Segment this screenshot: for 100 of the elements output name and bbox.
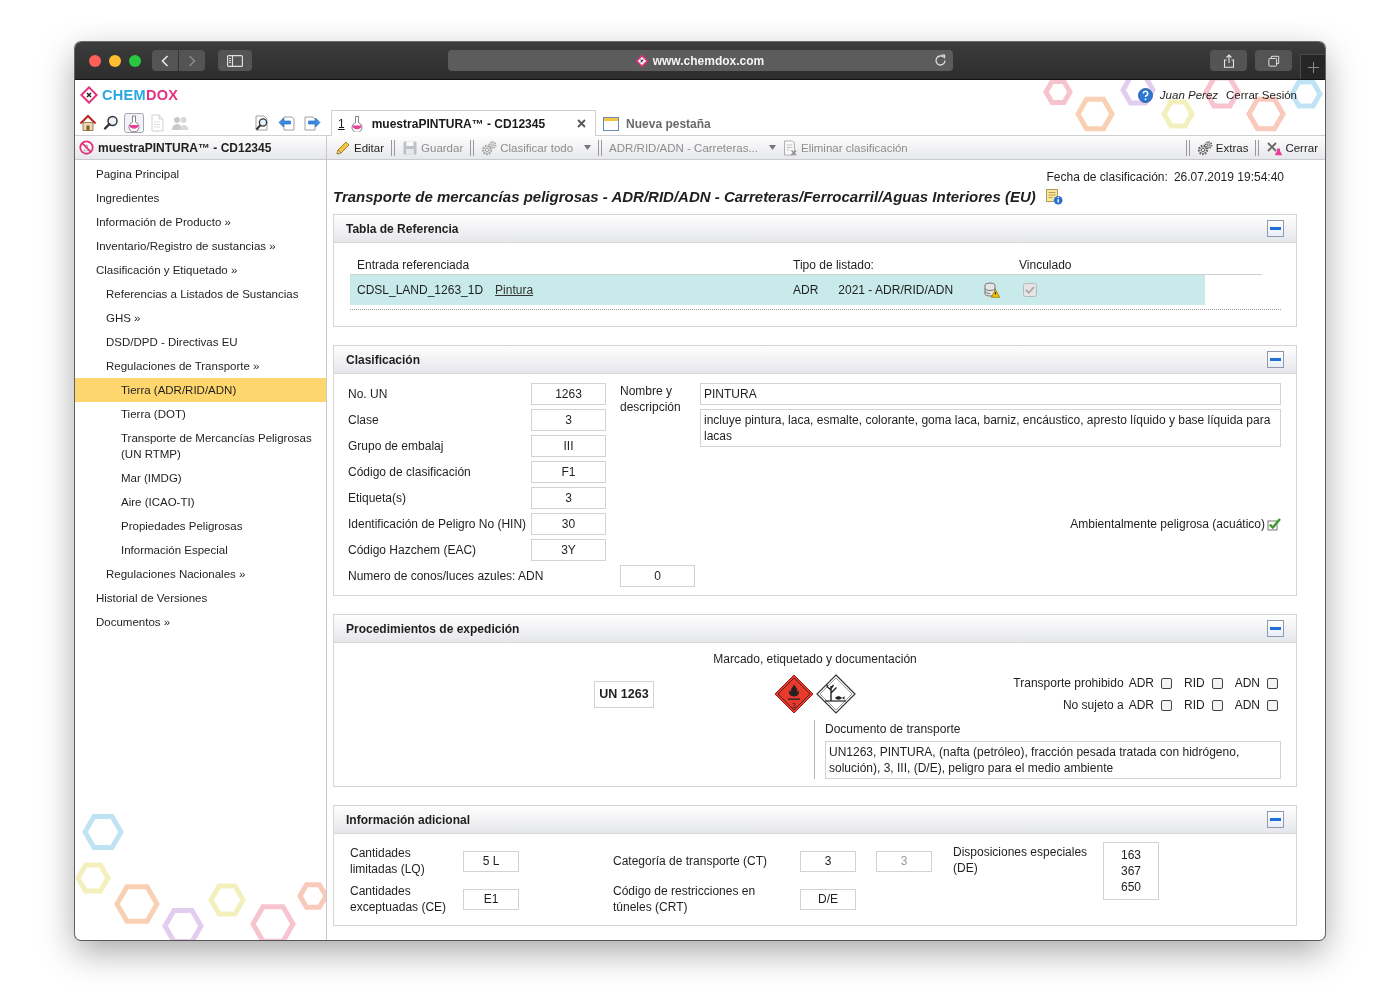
sidebar-item[interactable]: Tierra (DOT) bbox=[75, 402, 326, 426]
sidebar-item[interactable]: Regulaciones Nacionales » bbox=[75, 562, 326, 586]
sidebar-item[interactable]: Inventario/Registro de sustancias » bbox=[75, 234, 326, 258]
close-icon[interactable] bbox=[577, 119, 587, 128]
site-icon bbox=[635, 54, 648, 67]
field-label: Identificación de Peligro No (HIN) bbox=[348, 517, 528, 531]
chevron-right-icon bbox=[188, 54, 196, 67]
field-label: Cantidades limitadas (LQ) bbox=[350, 845, 426, 877]
sidebar-item[interactable]: DSD/DPD - Directivas EU bbox=[75, 330, 326, 354]
sidebar-item[interactable]: Regulaciones de Transporte » bbox=[75, 354, 326, 378]
sidebar-item[interactable]: Ingredientes bbox=[75, 186, 326, 210]
value-field[interactable]: 3 bbox=[531, 409, 606, 431]
sidebar-item[interactable]: GHS » bbox=[75, 306, 326, 330]
window-icon bbox=[603, 116, 620, 132]
sidebar-item[interactable]: Historial de Versiones bbox=[75, 586, 326, 610]
tab[interactable]: Nueva pestaña bbox=[596, 111, 721, 136]
value-field[interactable]: 3Y bbox=[531, 539, 606, 561]
checkbox[interactable] bbox=[1267, 677, 1278, 689]
edit-button[interactable]: Editar bbox=[332, 137, 388, 158]
window-zoom-icon[interactable] bbox=[129, 54, 141, 67]
restriction-label: No sujeto a bbox=[1062, 698, 1124, 712]
sidebar-item[interactable]: Clasificación y Etiquetado » bbox=[75, 258, 326, 282]
checkbox[interactable] bbox=[1211, 677, 1223, 689]
sidebar-item[interactable]: Transporte de Mercancías Peligrosas (UN RTMP) bbox=[75, 426, 326, 466]
transport-document-field[interactable]: UN1263, PINTURA, (nafta (petróleo), fracción pesada tratada con hidrógeno, solución), 3, III, (D/E), peligro para el medio ambiente bbox=[825, 741, 1281, 779]
entry-link[interactable]: Pintura bbox=[495, 283, 534, 297]
sidebar-item[interactable]: Aire (ICAO-TI) bbox=[75, 490, 326, 514]
collapse-button[interactable] bbox=[1267, 620, 1284, 637]
pencil-icon bbox=[335, 139, 351, 156]
sidebar-item[interactable]: Documentos » bbox=[75, 610, 326, 634]
sidebar-item[interactable]: Información Especial bbox=[75, 538, 326, 562]
sidebar-item[interactable]: Pagina Principal bbox=[75, 162, 326, 186]
magnifier-document-icon[interactable] bbox=[253, 113, 271, 132]
logo-wordmark: CHEMDOX bbox=[102, 87, 179, 103]
option-label: ADR bbox=[1128, 698, 1154, 712]
arrow-left-icon[interactable] bbox=[278, 113, 296, 132]
value-field[interactable]: 0 bbox=[620, 565, 695, 587]
arrow-right-icon[interactable] bbox=[303, 113, 321, 132]
minus-icon bbox=[1270, 358, 1281, 361]
tabs-overview-button[interactable] bbox=[1255, 50, 1292, 71]
value-field[interactable]: F1 bbox=[531, 461, 606, 483]
name-field[interactable]: PINTURA bbox=[700, 383, 1281, 405]
extras-button[interactable]: Extras bbox=[1193, 137, 1252, 158]
caret-down-icon bbox=[769, 145, 776, 150]
close-record-button[interactable]: Cerrar bbox=[1263, 137, 1321, 158]
collapse-button[interactable] bbox=[1267, 811, 1284, 828]
sidebar-item[interactable]: Tierra (ADR/RID/ADN) bbox=[75, 378, 326, 402]
back-button[interactable] bbox=[152, 50, 178, 71]
field-label: Numero de conos/luces azules: ADN bbox=[348, 569, 545, 583]
value-field[interactable]: 30 bbox=[531, 513, 606, 535]
page-title: Transporte de mercancías peligrosas - ADR/RID/ADN - Carreteras/Ferrocarril/Aguas Interiores (EU) bbox=[333, 187, 1036, 205]
house-icon[interactable] bbox=[78, 112, 98, 133]
sidebar-item[interactable]: Mar (IMDG) bbox=[75, 466, 326, 490]
value-field[interactable]: E1 bbox=[463, 888, 519, 910]
value-field[interactable]: 163 367 650 bbox=[1103, 842, 1159, 900]
checkbox[interactable] bbox=[1161, 677, 1172, 689]
help-icon[interactable] bbox=[1137, 87, 1153, 103]
collapse-button[interactable] bbox=[1267, 220, 1284, 237]
new-tab-button[interactable] bbox=[1300, 54, 1325, 79]
checkbox[interactable] bbox=[1267, 699, 1278, 711]
checkbox[interactable] bbox=[1211, 699, 1223, 711]
value-field[interactable]: 1263 bbox=[531, 383, 606, 405]
restriction-label: Transporte prohibido bbox=[1013, 676, 1124, 690]
chevron-left-icon bbox=[161, 54, 169, 67]
tab[interactable]: 1 muestraPINTURA™ - CD12345 bbox=[331, 110, 597, 136]
sidebar-item[interactable]: Información de Producto » bbox=[75, 210, 326, 234]
share-button[interactable] bbox=[1210, 50, 1247, 71]
option-label: ADN bbox=[1234, 698, 1260, 712]
sidebar-item[interactable]: Propiedades Peligrosas bbox=[75, 514, 326, 538]
column-header: Entrada referenciada bbox=[357, 257, 471, 272]
minus-icon bbox=[1270, 627, 1281, 630]
reload-icon[interactable] bbox=[933, 54, 947, 67]
window-close-icon[interactable] bbox=[89, 54, 101, 67]
value-field[interactable]: 3 bbox=[531, 487, 606, 509]
window-minimize-icon[interactable] bbox=[109, 54, 121, 67]
sidebar-toggle-button[interactable] bbox=[218, 50, 252, 71]
reference-row[interactable]: CDSL_LAND_1263_1D Pintura ADR 2021 - ADR/RID/ADN bbox=[350, 275, 1205, 305]
entry-code: CDSL_LAND_1263_1D bbox=[357, 283, 484, 297]
collapse-button[interactable] bbox=[1267, 351, 1284, 368]
flask-icon[interactable] bbox=[124, 112, 144, 133]
option-label: ADN bbox=[1234, 676, 1260, 690]
address-field[interactable]: www.chemdox.com bbox=[447, 50, 953, 71]
value-field[interactable]: III bbox=[531, 435, 606, 457]
field-label: No. UN bbox=[348, 387, 389, 401]
field-label: Código Hazchem (EAC) bbox=[348, 543, 478, 557]
document-info-icon[interactable] bbox=[1044, 187, 1063, 205]
checkbox[interactable] bbox=[1161, 699, 1172, 711]
value-field[interactable]: 3 bbox=[800, 850, 856, 872]
value-field[interactable]: 5 L bbox=[463, 850, 519, 872]
panel-title: Procedimientos de expedición bbox=[346, 621, 520, 636]
description-field[interactable]: incluye pintura, laca, esmalte, colorante, goma laca, barniz, encáustico, apresto líquido y base líquida para lacas bbox=[700, 409, 1281, 447]
sidebar-item[interactable]: Referencias a Listados de Sustancias bbox=[75, 282, 326, 306]
field-label: Cantidades exceptuadas (CE) bbox=[350, 883, 448, 915]
option-label: ADR bbox=[1128, 676, 1154, 690]
logout-link[interactable]: Cerrar Sesión bbox=[1226, 89, 1297, 101]
cross-flask-icon bbox=[1266, 139, 1283, 156]
panel-title: Clasificación bbox=[346, 352, 421, 367]
value-field[interactable]: D/E bbox=[800, 888, 856, 910]
section-heading: Marcado, etiquetado y documentación bbox=[713, 652, 917, 666]
linked-checkbox[interactable] bbox=[1023, 283, 1037, 297]
